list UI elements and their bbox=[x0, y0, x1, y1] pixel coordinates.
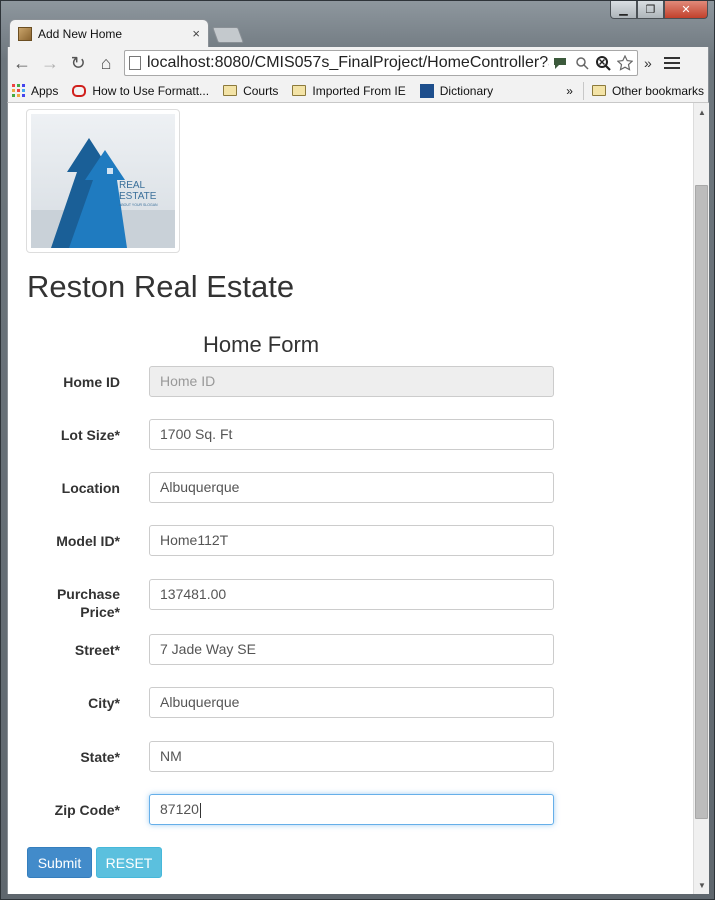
logo-line1: REAL bbox=[119, 180, 146, 191]
bookmarks-overflow-icon[interactable]: » bbox=[566, 84, 573, 98]
bookmark-courts[interactable]: Courts bbox=[223, 84, 278, 98]
logo-graphic: REAL ESTATE ABOUT YOUR SLOGAN bbox=[31, 138, 175, 248]
form-title: Home Form bbox=[203, 332, 320, 357]
close-window-button[interactable]: ✕ bbox=[664, 1, 708, 19]
extension-icon[interactable] bbox=[553, 56, 569, 70]
oracle-icon bbox=[72, 84, 87, 97]
zip-code-input[interactable]: 87120 bbox=[149, 794, 554, 825]
location-label: Location bbox=[61, 480, 120, 496]
city-input[interactable]: Albuquerque bbox=[149, 687, 554, 718]
bookmark-dictionary[interactable]: Dictionary bbox=[419, 83, 494, 98]
bookmark-label: Imported From IE bbox=[312, 83, 406, 98]
street-label: Street* bbox=[74, 642, 120, 658]
city-value: Albuquerque bbox=[160, 694, 240, 710]
bookmark-label: Dictionary bbox=[439, 83, 494, 98]
bookmark-other-bookmarks[interactable]: Other bookmarks bbox=[591, 83, 704, 98]
purchase-price-label: Purchase Price* bbox=[8, 585, 120, 621]
apps-grid-icon bbox=[12, 84, 25, 97]
page-viewport: REAL ESTATE ABOUT YOUR SLOGAN Reston Rea… bbox=[7, 103, 693, 894]
state-input[interactable]: NM bbox=[149, 741, 554, 772]
model-id-value: Home112T bbox=[160, 532, 229, 548]
folder-icon bbox=[591, 85, 606, 96]
bookmark-label: Other bookmarks bbox=[611, 83, 704, 98]
folder-icon bbox=[223, 85, 238, 96]
reset-button[interactable]: RESET bbox=[96, 847, 162, 878]
maximize-button[interactable]: ❐ bbox=[637, 1, 664, 19]
browser-toolbar: ← → ↻ ⌂ localhost:8080/CMIS057s_FinalPro… bbox=[7, 47, 709, 79]
home-id-placeholder: Home ID bbox=[160, 373, 216, 389]
purchase-price-value: 137481.00 bbox=[160, 586, 227, 602]
home-id-label: Home ID bbox=[63, 374, 120, 390]
model-id-label: Model ID* bbox=[56, 533, 120, 549]
purchase-price-input[interactable]: 137481.00 bbox=[149, 579, 554, 610]
browser-window: ▁ ❐ ✕ Add New Home × ← → ↻ ⌂ localhost:8… bbox=[0, 0, 715, 900]
new-tab-button[interactable] bbox=[212, 27, 244, 43]
real-estate-logo: REAL ESTATE ABOUT YOUR SLOGAN bbox=[31, 114, 175, 248]
page-icon bbox=[129, 56, 141, 70]
bookmark-label: How to Use Formatt... bbox=[92, 83, 210, 98]
street-input[interactable]: 7 Jade Way SE bbox=[149, 634, 554, 665]
tab-title: Add New Home bbox=[38, 26, 123, 41]
forward-button[interactable]: → bbox=[36, 49, 64, 77]
bookmark-label: Courts bbox=[243, 83, 279, 98]
bookmarks-divider bbox=[582, 81, 584, 100]
address-bar[interactable]: localhost:8080/CMIS057s_FinalProject/Hom… bbox=[124, 50, 638, 76]
scroll-down-icon[interactable]: ▼ bbox=[694, 878, 710, 892]
lot-size-input[interactable]: 1700 Sq. Ft bbox=[149, 419, 554, 450]
zip-code-value: 87120 bbox=[160, 801, 199, 817]
chrome-menu-icon[interactable] bbox=[663, 57, 680, 69]
favicon-icon bbox=[18, 26, 32, 41]
dictionary-icon bbox=[419, 83, 434, 98]
lot-size-value: 1700 Sq. Ft bbox=[160, 426, 233, 442]
tab-close-icon[interactable]: × bbox=[192, 26, 200, 41]
state-value: NM bbox=[160, 748, 182, 764]
window-controls: ▁ ❐ ✕ bbox=[610, 1, 708, 19]
folder-icon bbox=[292, 85, 307, 96]
location-input[interactable]: Albuquerque bbox=[149, 472, 554, 503]
logo-line2: ESTATE bbox=[119, 191, 157, 202]
logo-tagline: ABOUT YOUR SLOGAN bbox=[119, 203, 158, 207]
bookmark-how-to-use[interactable]: How to Use Formatt... bbox=[72, 84, 209, 98]
bookmarks-bar: Apps How to Use Formatt... Courts Import… bbox=[7, 79, 709, 103]
tab-add-new-home[interactable]: Add New Home × bbox=[9, 19, 209, 47]
bookmark-star-icon[interactable] bbox=[617, 55, 633, 71]
city-label: City* bbox=[88, 695, 120, 711]
url-text[interactable]: localhost:8080/CMIS057s_FinalProject/Hom… bbox=[147, 54, 549, 72]
bookmark-apps[interactable]: Apps bbox=[12, 84, 58, 98]
home-button[interactable]: ⌂ bbox=[92, 49, 120, 77]
street-value: 7 Jade Way SE bbox=[160, 641, 256, 657]
submit-button[interactable]: Submit bbox=[27, 847, 92, 878]
zoom-icon[interactable] bbox=[595, 55, 611, 71]
purchase-price-label-line2: Price* bbox=[80, 604, 120, 620]
model-id-input[interactable]: Home112T bbox=[149, 525, 554, 556]
reload-button[interactable]: ↻ bbox=[64, 49, 92, 77]
purchase-price-label-line1: Purchase bbox=[56, 586, 120, 602]
home-id-input[interactable]: Home ID bbox=[149, 366, 554, 397]
lot-size-label: Lot Size* bbox=[60, 427, 120, 443]
zip-code-label: Zip Code* bbox=[54, 802, 120, 818]
location-value: Albuquerque bbox=[160, 479, 240, 495]
text-cursor bbox=[199, 802, 201, 818]
extensions-overflow-icon[interactable]: » bbox=[644, 55, 652, 71]
logo-thumbnail: REAL ESTATE ABOUT YOUR SLOGAN bbox=[26, 109, 180, 253]
bookmark-label: Apps bbox=[31, 83, 59, 98]
vertical-scrollbar[interactable]: ▲ ▼ bbox=[693, 103, 709, 894]
scrollbar-thumb[interactable] bbox=[695, 185, 708, 819]
tab-strip: Add New Home × bbox=[9, 19, 244, 47]
search-icon[interactable] bbox=[575, 56, 589, 70]
bookmark-imported-from-ie[interactable]: Imported From IE bbox=[292, 83, 406, 98]
scroll-up-icon[interactable]: ▲ bbox=[694, 105, 710, 119]
site-title: Reston Real Estate bbox=[27, 269, 295, 304]
minimize-button[interactable]: ▁ bbox=[610, 1, 637, 19]
back-button[interactable]: ← bbox=[8, 49, 36, 77]
state-label: State* bbox=[80, 749, 120, 765]
